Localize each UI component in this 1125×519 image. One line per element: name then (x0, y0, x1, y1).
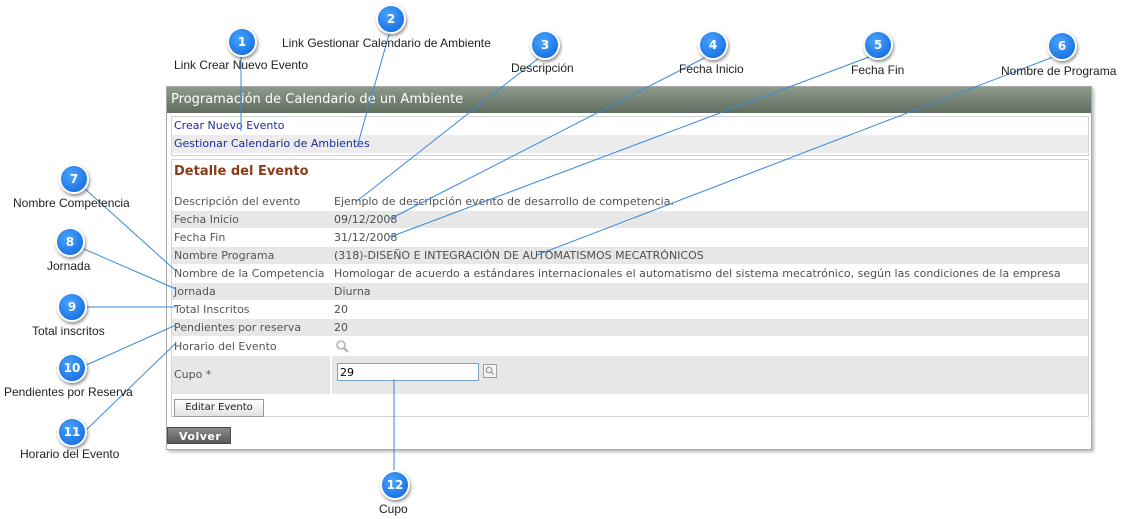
cupo-cell (332, 356, 1088, 394)
row-horario: Horario del Evento (172, 338, 1088, 355)
callout-label-5: Fecha Fin (851, 63, 905, 77)
callout-label-8: Jornada (47, 259, 91, 273)
callout-label-11: Horario del Evento (20, 447, 120, 461)
search-icon[interactable] (336, 340, 349, 353)
callout-badge-3: 3 (530, 30, 560, 60)
row-value: 31/12/2008 (334, 231, 398, 244)
row-label: Nombre de la Competencia (174, 267, 325, 280)
callout-badge-4: 4 (698, 30, 728, 60)
row-pendientes: Pendientes por reserva 20 (172, 319, 1088, 336)
row-cupo: Cupo * (172, 356, 1088, 394)
callout-badge-6: 6 (1047, 31, 1077, 61)
callout-badge-8: 8 (55, 227, 85, 257)
row-label: Total Inscritos (174, 303, 250, 316)
callout-badge-12: 12 (380, 470, 410, 500)
event-detail: Detalle del Evento Descripción del event… (171, 159, 1089, 417)
cupo-search-button[interactable] (483, 364, 497, 378)
callout-label-7: Nombre Competencia (13, 196, 130, 210)
row-descripcion: Descripción del evento Ejemplo de descri… (172, 193, 1088, 210)
row-value: Diurna (334, 285, 371, 298)
callout-badge-1: 1 (227, 27, 257, 57)
row-value: Homologar de acuerdo a estándares intern… (334, 267, 1061, 280)
edit-event-button[interactable]: Editar Evento (174, 399, 264, 417)
callout-label-12: Cupo (379, 502, 408, 516)
row-nombre-programa: Nombre Programa (318)-DISEÑO E INTEGRACI… (172, 247, 1088, 264)
callout-badge-9: 9 (57, 292, 87, 322)
event-panel: Programación de Calendario de un Ambient… (166, 86, 1092, 450)
callout-badge-10: 10 (57, 353, 87, 383)
leader-line-8 (83, 248, 177, 290)
callout-label-6: Nombre de Programa (1001, 64, 1117, 78)
row-total-inscritos: Total Inscritos 20 (172, 301, 1088, 318)
row-competencia: Nombre de la Competencia Homologar de ac… (172, 265, 1088, 282)
back-button[interactable]: Volver (167, 427, 231, 444)
row-fecha-fin: Fecha Fin 31/12/2008 (172, 229, 1088, 246)
row-fecha-inicio: Fecha Inicio 09/12/2008 (172, 211, 1088, 228)
row-label: Pendientes por reserva (174, 321, 302, 334)
callout-label-9: Total inscritos (32, 324, 105, 338)
row-value: Ejemplo de descripción evento de desarro… (334, 195, 674, 208)
links-box: Crear Nuevo Evento Gestionar Calendario … (171, 116, 1089, 156)
panel-title: Programación de Calendario de un Ambient… (167, 87, 1091, 113)
callout-label-1: Link Crear Nuevo Evento (174, 58, 309, 72)
crear-nuevo-evento-link[interactable]: Crear Nuevo Evento (172, 117, 1088, 135)
row-label: Horario del Evento (174, 340, 277, 353)
row-label: Descripción del evento (174, 195, 301, 208)
row-jornada: Jornada Diurna (172, 283, 1088, 300)
cupo-input[interactable] (337, 363, 479, 381)
callout-badge-5: 5 (863, 30, 893, 60)
row-value: (318)-DISEÑO E INTEGRACIÓN DE AUTOMATISM… (334, 249, 704, 262)
callout-label-10: Pendientes por Reserva (4, 385, 133, 399)
search-icon (485, 366, 494, 375)
callout-badge-11: 11 (57, 417, 87, 447)
row-value: 20 (334, 321, 348, 334)
detail-title: Detalle del Evento (174, 164, 309, 179)
row-label: Fecha Fin (174, 231, 226, 244)
cupo-label: Cupo * (172, 356, 330, 394)
row-value: 09/12/2008 (334, 213, 398, 226)
row-value: 20 (334, 303, 348, 316)
callout-badge-7: 7 (59, 164, 89, 194)
callout-label-4: Fecha Inicio (679, 62, 744, 76)
gestionar-calendario-link[interactable]: Gestionar Calendario de Ambientes (172, 135, 1088, 153)
row-label: Fecha Inicio (174, 213, 239, 226)
callout-label-3: Descripción (511, 61, 574, 75)
callout-label-2: Link Gestionar Calendario de Ambiente (282, 36, 491, 50)
callout-badge-2: 2 (376, 4, 406, 34)
row-label: Nombre Programa (174, 249, 275, 262)
row-label: Jornada (174, 285, 216, 298)
